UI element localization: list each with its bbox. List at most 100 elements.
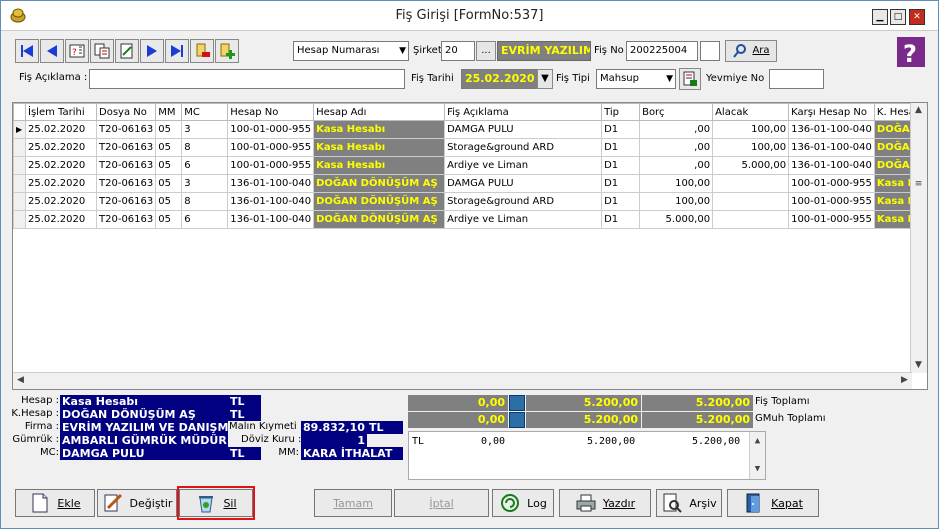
table-cell[interactable]: 136-01-100-040 xyxy=(788,156,875,175)
table-cell[interactable]: 3 xyxy=(181,120,229,139)
table-cell[interactable]: 05 xyxy=(155,192,183,211)
degistir-button[interactable]: Değiştir xyxy=(97,489,177,517)
table-cell[interactable] xyxy=(712,192,790,211)
column-header[interactable]: Hesap No xyxy=(227,103,315,121)
next-record-button[interactable] xyxy=(140,39,164,63)
fisno-input[interactable]: 200225004 xyxy=(626,41,698,61)
column-header[interactable]: MM xyxy=(155,103,183,121)
sirket-input[interactable]: 20 xyxy=(441,41,475,61)
table-cell[interactable]: DAMGA PULU xyxy=(444,120,603,139)
table-cell[interactable]: 25.02.2020 xyxy=(25,192,97,211)
table-cell[interactable]: ,00 xyxy=(639,138,714,157)
column-header[interactable]: Hesap Adı xyxy=(313,103,446,121)
yevmiye-input[interactable] xyxy=(769,69,824,89)
last-record-button[interactable] xyxy=(165,39,189,63)
table-cell[interactable]: 100-01-000-955 xyxy=(788,210,875,229)
column-header[interactable]: Tip xyxy=(601,103,641,121)
table-cell[interactable]: Storage&ground ARD xyxy=(444,192,603,211)
table-cell[interactable]: 136-01-100-040 xyxy=(788,120,875,139)
calculator-icon[interactable] xyxy=(509,395,525,411)
maximize-button[interactable]: □ xyxy=(890,9,906,25)
table-cell[interactable]: DOĞAN DÖNÜŞÜM AŞ xyxy=(313,174,446,193)
table-cell[interactable]: DOĞAN DÖNÜŞÜM AŞ xyxy=(313,192,446,211)
date-dropdown-button[interactable]: ▼ xyxy=(537,69,553,89)
table-cell[interactable]: ,00 xyxy=(639,120,714,139)
table-row[interactable]: 25.02.2020 T20-06163 05 6 100-01-000-955 Kasa… xyxy=(13,156,926,175)
table-cell[interactable]: D1 xyxy=(601,174,641,193)
column-header[interactable]: İşlem Tarihi xyxy=(25,103,97,121)
vertical-scrollbar[interactable]: ▲ ≡ ▼ xyxy=(910,103,927,373)
fisno-extra-input[interactable] xyxy=(700,41,720,61)
table-cell[interactable]: T20-06163 xyxy=(95,192,157,211)
table-cell[interactable]: 136-01-100-040 xyxy=(227,174,315,193)
scroll-up-icon[interactable]: ▲ xyxy=(911,103,926,118)
table-cell[interactable]: 05 xyxy=(155,174,183,193)
calculator-icon[interactable] xyxy=(509,412,525,428)
table-cell[interactable]: D1 xyxy=(601,192,641,211)
table-cell[interactable]: Ardiye ve Liman xyxy=(444,210,603,229)
table-cell[interactable]: 100-01-000-955 xyxy=(788,174,875,193)
table-row[interactable]: 25.02.2020 T20-06163 05 8 100-01-000-955 Kasa… xyxy=(13,138,926,157)
sirket-lookup-button[interactable]: ... xyxy=(476,41,496,61)
table-cell[interactable]: 8 xyxy=(181,138,229,157)
table-cell[interactable]: 100,00 xyxy=(712,138,790,157)
table-cell[interactable]: 05 xyxy=(155,138,183,157)
remove-row-button[interactable] xyxy=(190,39,214,63)
ara-button[interactable]: Ara xyxy=(725,40,777,62)
table-row[interactable]: ▶ 25.02.2020 T20-06163 05 3 100-01-000-955 Kas… xyxy=(13,120,926,139)
table-cell[interactable]: 6 xyxy=(181,210,229,229)
table-cell[interactable]: Kasa Hesabı xyxy=(313,156,446,175)
table-cell[interactable]: D1 xyxy=(601,120,641,139)
table-cell[interactable]: 05 xyxy=(155,156,183,175)
table-row[interactable]: 25.02.2020 T20-06163 05 3 136-01-100-040 DOĞA… xyxy=(13,174,926,193)
search-field-select[interactable]: Hesap Numarası ▼ xyxy=(293,41,409,61)
table-cell[interactable]: 100,00 xyxy=(639,174,714,193)
table-cell[interactable]: 3 xyxy=(181,174,229,193)
table-cell[interactable]: 100-01-000-955 xyxy=(227,156,315,175)
table-cell[interactable]: D1 xyxy=(601,210,641,229)
table-cell[interactable]: T20-06163 xyxy=(95,120,157,139)
copy-record-button[interactable] xyxy=(90,39,114,63)
table-cell[interactable]: D1 xyxy=(601,138,641,157)
table-cell[interactable] xyxy=(712,174,790,193)
table-cell[interactable]: D1 xyxy=(601,156,641,175)
scroll-up-icon[interactable]: ▲ xyxy=(750,434,765,449)
table-cell[interactable]: 5.000,00 xyxy=(639,210,714,229)
totals-memo[interactable]: TL 0,00 5.200,00 5.200,00 ▲ ▼ xyxy=(408,431,766,480)
log-button[interactable]: Log xyxy=(492,489,554,517)
table-cell[interactable]: 136-01-100-040 xyxy=(788,138,875,157)
table-cell[interactable]: T20-06163 xyxy=(95,210,157,229)
table-cell[interactable]: T20-06163 xyxy=(95,156,157,175)
table-cell[interactable]: 100,00 xyxy=(639,192,714,211)
table-cell[interactable]: 25.02.2020 xyxy=(25,174,97,193)
kapat-button[interactable]: Kapat xyxy=(727,489,819,517)
iptal-button[interactable]: İptal xyxy=(394,489,489,517)
fis-tipi-select[interactable]: Mahsup ▼ xyxy=(596,69,676,89)
edit-record-button[interactable] xyxy=(115,39,139,63)
help-icon[interactable]: ? xyxy=(897,37,925,67)
table-cell[interactable] xyxy=(712,210,790,229)
table-cell[interactable]: 136-01-100-040 xyxy=(227,192,315,211)
column-header[interactable]: MC xyxy=(181,103,229,121)
column-header[interactable]: Alacak xyxy=(712,103,790,121)
scroll-down-icon[interactable]: ▼ xyxy=(750,462,765,477)
table-cell[interactable]: 100-01-000-955 xyxy=(788,192,875,211)
table-cell[interactable]: Storage&ground ARD xyxy=(444,138,603,157)
entries-grid[interactable]: İşlem Tarihi Dosya No MM MC Hesap No Hesap Ad… xyxy=(12,102,928,390)
scroll-handle-icon[interactable]: ≡ xyxy=(911,177,926,192)
table-cell[interactable]: ,00 xyxy=(639,156,714,175)
table-cell[interactable]: 05 xyxy=(155,120,183,139)
aciklama-input[interactable] xyxy=(89,69,405,89)
table-cell[interactable]: Ardiye ve Liman xyxy=(444,156,603,175)
column-header[interactable]: Karşı Hesap No xyxy=(788,103,875,121)
column-header[interactable]: Dosya No xyxy=(95,103,157,121)
ekle-button[interactable]: Ekle xyxy=(15,489,95,517)
table-cell[interactable]: Kasa Hesabı xyxy=(313,120,446,139)
search-record-button[interactable]: ? xyxy=(65,39,89,63)
column-header[interactable]: Fiş Açıklama xyxy=(444,103,603,121)
table-cell[interactable]: 25.02.2020 xyxy=(25,138,97,157)
table-cell[interactable]: 5.000,00 xyxy=(712,156,790,175)
first-record-button[interactable] xyxy=(15,39,39,63)
table-cell[interactable]: 8 xyxy=(181,192,229,211)
table-cell[interactable]: 25.02.2020 xyxy=(25,120,97,139)
